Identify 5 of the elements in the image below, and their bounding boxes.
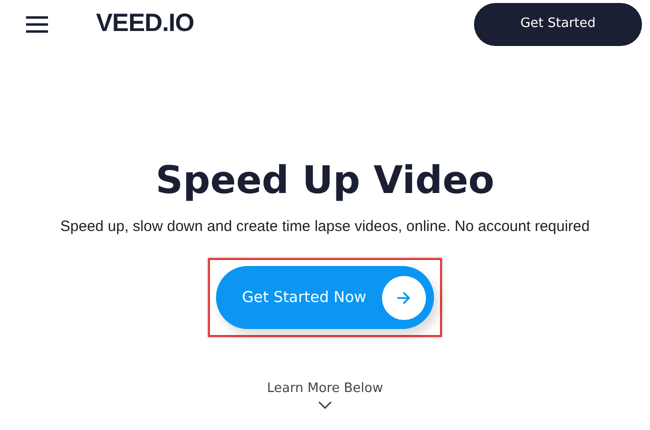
- learn-more-link[interactable]: Learn More Below: [267, 381, 383, 397]
- logo[interactable]: VEED.IO: [96, 5, 194, 43]
- page-title: Speed Up Video: [156, 158, 494, 204]
- get-started-button[interactable]: Get Started: [474, 2, 642, 46]
- subtitle: Speed up, slow down and create time lapse videos, online. No account required: [60, 216, 590, 237]
